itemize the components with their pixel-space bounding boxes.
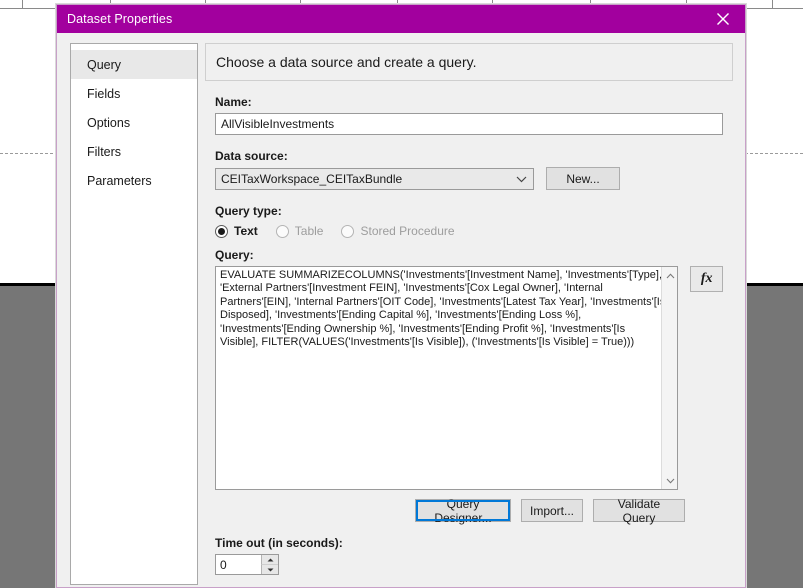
timeout-spinner[interactable]: 0 — [215, 554, 279, 575]
data-source-row: CEITaxWorkspace_CEITaxBundle New... — [215, 167, 723, 190]
pane-header-text: Choose a data source and create a query. — [216, 54, 477, 70]
radio-label-text: Text — [234, 224, 258, 238]
close-icon — [717, 13, 729, 25]
timeout-value: 0 — [220, 557, 227, 572]
chevron-down-icon — [516, 175, 527, 183]
query-type-radio-group: Text Table Stored Procedure — [215, 224, 723, 238]
radio-button-icon — [341, 224, 355, 238]
name-input[interactable] — [215, 113, 723, 135]
sidebar-item-label: Filters — [87, 144, 122, 159]
sidebar-item-label: Fields — [87, 86, 121, 101]
query-action-buttons: Query Designer... Import... Validate Que… — [215, 497, 685, 525]
query-designer-button[interactable]: Query Designer... — [415, 497, 511, 525]
query-text: EVALUATE SUMMARIZECOLUMNS('Investments'[… — [220, 269, 666, 349]
data-source-label: Data source: — [215, 149, 288, 163]
query-scrollbar[interactable] — [661, 267, 678, 489]
sidebar-item-filters[interactable]: Filters — [71, 137, 197, 166]
sidebar-item-label: Parameters — [87, 173, 152, 188]
sidebar-item-parameters[interactable]: Parameters — [71, 166, 197, 195]
pane-content: Name: Data source: CEITaxWorkspace_CEITa… — [205, 81, 733, 585]
spinner-buttons — [261, 555, 278, 574]
dataset-properties-dialog: Dataset Properties Query Fields Options … — [56, 4, 746, 588]
timeout-section: Time out (in seconds): 0 — [215, 536, 723, 575]
fx-icon: fx — [700, 271, 713, 286]
new-data-source-button[interactable]: New... — [546, 167, 620, 190]
data-source-value: CEITaxWorkspace_CEITaxBundle — [221, 171, 403, 186]
dialog-title: Dataset Properties — [67, 12, 173, 26]
expression-button[interactable]: fx — [690, 266, 723, 292]
radio-option-text[interactable]: Text — [215, 224, 258, 238]
query-editor-row: EVALUATE SUMMARIZECOLUMNS('Investments'[… — [215, 266, 723, 490]
sidebar-item-label: Options — [87, 115, 131, 130]
spinner-up-button[interactable] — [261, 555, 278, 565]
radio-label-table: Table — [294, 224, 324, 238]
radio-option-stored-procedure[interactable]: Stored Procedure — [341, 224, 455, 238]
sidebar-item-options[interactable]: Options — [71, 108, 197, 137]
dialog-body: Query Fields Options Filters Parameters … — [57, 33, 745, 587]
spinner-down-icon — [267, 568, 273, 571]
dialog-right-pane: Choose a data source and create a query.… — [205, 43, 733, 585]
dialog-titlebar[interactable]: Dataset Properties — [57, 5, 745, 33]
sidebar-item-label: Query — [87, 57, 122, 72]
scroll-down-button[interactable] — [662, 472, 677, 489]
chevron-down-icon — [666, 478, 675, 484]
name-label: Name: — [215, 95, 252, 109]
chevron-up-icon — [666, 272, 675, 278]
timeout-label: Time out (in seconds): — [215, 536, 343, 550]
sidebar-item-query[interactable]: Query — [71, 50, 197, 79]
close-button[interactable] — [701, 5, 745, 33]
sidebar-item-fields[interactable]: Fields — [71, 79, 197, 108]
radio-option-table[interactable]: Table — [275, 224, 324, 238]
scroll-up-button[interactable] — [662, 267, 677, 284]
dialog-sidebar: Query Fields Options Filters Parameters — [70, 43, 198, 585]
validate-query-button[interactable]: Validate Query — [593, 497, 685, 525]
radio-button-icon — [215, 224, 228, 238]
query-label: Query: — [215, 248, 254, 262]
query-type-label: Query type: — [215, 204, 282, 218]
radio-button-icon — [275, 224, 289, 238]
import-button[interactable]: Import... — [521, 499, 583, 522]
pane-header: Choose a data source and create a query. — [205, 43, 733, 81]
radio-label-stored-procedure: Stored Procedure — [360, 224, 455, 238]
spinner-down-button[interactable] — [261, 565, 278, 574]
data-source-dropdown[interactable]: CEITaxWorkspace_CEITaxBundle — [215, 167, 534, 190]
query-textarea[interactable]: EVALUATE SUMMARIZECOLUMNS('Investments'[… — [215, 266, 679, 490]
spinner-up-icon — [267, 558, 273, 561]
